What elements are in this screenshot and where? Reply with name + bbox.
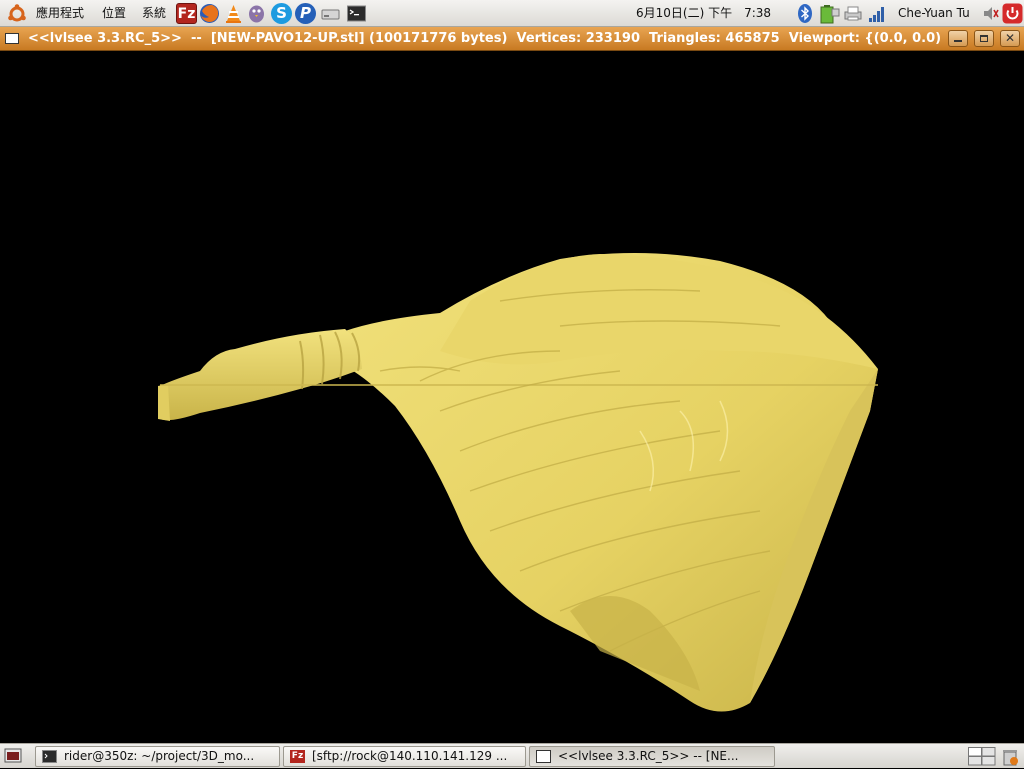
task-label: rider@350z: ~/project/3D_mo... [64, 749, 255, 763]
window-menu-icon[interactable] [5, 33, 19, 44]
maximize-button[interactable] [974, 30, 994, 47]
maximize-icon [980, 35, 988, 42]
wifi-signal-icon[interactable] [867, 3, 887, 24]
show-desktop-button[interactable] [4, 748, 22, 764]
bluetooth-icon[interactable] [797, 3, 813, 24]
filezilla-icon[interactable]: Fz [176, 3, 197, 24]
close-button[interactable]: ✕ [1000, 30, 1020, 47]
task-terminal[interactable]: rider@350z: ~/project/3D_mo... [35, 746, 280, 767]
task-lvlsee[interactable]: <<lvlsee 3.3.RC_5>> -- [NE... [529, 746, 775, 767]
stl-model[interactable] [0, 51, 1024, 743]
menu-system[interactable]: 系統 [142, 0, 166, 27]
drive-icon[interactable] [320, 3, 341, 24]
vlc-icon[interactable] [223, 3, 244, 24]
trash-icon[interactable] [1000, 747, 1020, 766]
filezilla-icon: Fz [290, 750, 305, 763]
window-title: <<lvlsee 3.3.RC_5>> -- [NEW-PAVO12-UP.st… [28, 31, 942, 46]
picasa-icon[interactable]: P [295, 3, 316, 24]
terminal-icon[interactable] [346, 3, 367, 24]
minimize-button[interactable] [948, 30, 968, 47]
firefox-icon[interactable] [199, 3, 220, 24]
printer-icon[interactable] [843, 3, 863, 24]
menu-applications[interactable]: 應用程式 [36, 0, 84, 27]
window-icon [536, 750, 551, 763]
top-panel: 應用程式 位置 系統 Fz S P 6月10日(二) 下午 7:38 Che-Y… [0, 0, 1024, 27]
model-tip [158, 384, 170, 421]
pidgin-icon[interactable] [246, 3, 267, 24]
terminal-icon [42, 750, 57, 763]
battery-icon[interactable] [818, 3, 840, 24]
minimize-icon [954, 40, 962, 42]
3d-viewport[interactable] [0, 51, 1024, 743]
user-name[interactable]: Che-Yuan Tu [898, 0, 970, 27]
volume-icon[interactable] [982, 3, 1000, 24]
power-icon[interactable] [1002, 3, 1023, 24]
clock[interactable]: 6月10日(二) 下午 7:38 [636, 0, 771, 27]
close-icon: ✕ [1004, 31, 1016, 45]
model-tube [160, 329, 362, 421]
task-label: [sftp://rock@140.110.141.129 ... [312, 749, 508, 763]
task-label: <<lvlsee 3.3.RC_5>> -- [NE... [558, 749, 739, 763]
workspace-switcher-icon[interactable] [968, 747, 996, 766]
skype-icon[interactable]: S [271, 3, 292, 24]
window-titlebar[interactable]: <<lvlsee 3.3.RC_5>> -- [NEW-PAVO12-UP.st… [0, 27, 1024, 51]
ubuntu-logo-icon[interactable] [7, 4, 27, 24]
menu-places[interactable]: 位置 [102, 0, 126, 27]
task-filezilla[interactable]: Fz [sftp://rock@140.110.141.129 ... [283, 746, 526, 767]
bottom-panel: rider@350z: ~/project/3D_mo... Fz [sftp:… [0, 743, 1024, 768]
